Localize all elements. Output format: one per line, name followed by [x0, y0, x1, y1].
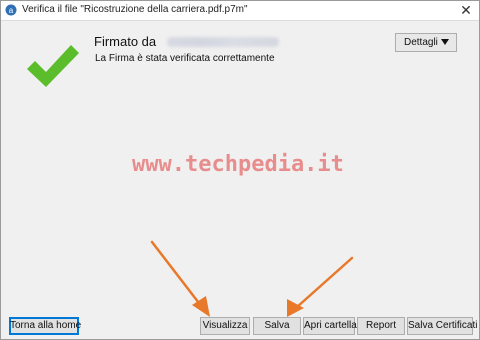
back-to-home-button[interactable]: Torna alla home	[9, 317, 81, 335]
svg-text:a: a	[9, 6, 14, 15]
title-bar: a Verifica il file "Ricostruzione della …	[1, 1, 479, 21]
signed-by-label: Firmato da	[94, 34, 157, 49]
signer-name-redacted	[167, 37, 279, 47]
verify-file-window: a Verifica il file "Ricostruzione della …	[0, 0, 480, 340]
open-folder-button[interactable]: Apri cartella	[303, 317, 357, 335]
arrow-icon	[287, 256, 354, 317]
details-dropdown-button[interactable]: Dettagli	[395, 33, 457, 52]
checkmark-icon	[27, 45, 79, 87]
watermark-text: www.techpedia.it	[132, 152, 344, 177]
verification-message: La Firma è stata verificata correttament…	[95, 53, 275, 64]
view-button[interactable]: Visualizza	[200, 317, 250, 335]
save-button[interactable]: Salva	[253, 317, 301, 335]
app-logo-icon: a	[5, 4, 17, 16]
caret-down-icon	[441, 39, 449, 45]
close-button[interactable]: ✕	[459, 3, 473, 17]
window-title: Verifica il file "Ricostruzione della ca…	[22, 4, 248, 15]
arrow-icon	[150, 240, 210, 317]
report-button[interactable]: Report	[357, 317, 405, 335]
details-label: Dettagli	[404, 37, 438, 48]
save-certificates-button[interactable]: Salva Certificati	[407, 317, 477, 335]
